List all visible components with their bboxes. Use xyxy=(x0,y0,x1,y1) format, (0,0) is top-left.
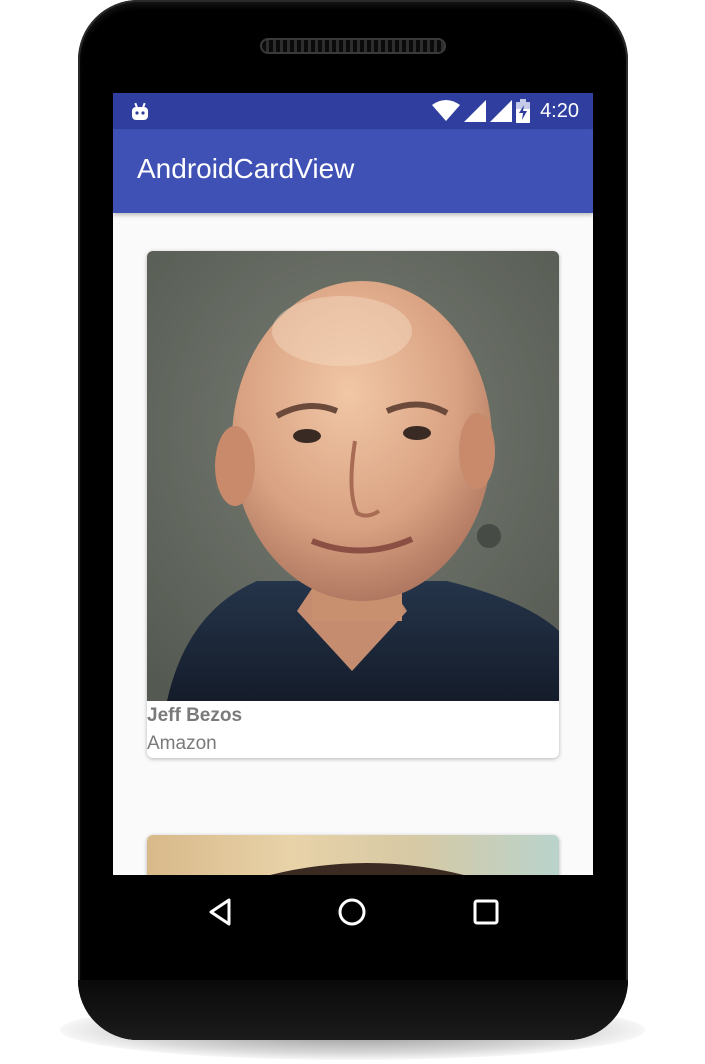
battery-charging-icon xyxy=(516,99,531,123)
recents-button[interactable] xyxy=(471,897,501,927)
person-company: Amazon xyxy=(147,733,217,754)
device-screen: 4:20 AndroidCardView Jeff Bezos Amazon xyxy=(113,93,593,875)
person-card[interactable] xyxy=(147,835,559,875)
person-name: Jeff Bezos xyxy=(147,705,243,726)
app-bar: AndroidCardView xyxy=(113,129,593,213)
status-time: 4:20 xyxy=(540,99,579,122)
back-button[interactable] xyxy=(205,897,235,927)
wifi-icon xyxy=(432,100,461,121)
back-icon xyxy=(209,898,231,926)
portrait-photo xyxy=(147,835,559,875)
app-title: AndroidCardView xyxy=(137,153,355,184)
home-icon xyxy=(338,898,366,926)
status-bar: 4:20 xyxy=(113,93,593,129)
home-button[interactable] xyxy=(337,897,367,927)
portrait-image xyxy=(147,251,559,701)
person-card[interactable]: Jeff Bezos Amazon xyxy=(147,251,559,758)
portrait-image xyxy=(270,863,464,875)
navigation-bar xyxy=(113,875,593,947)
signal-icon xyxy=(464,100,487,122)
recents-icon xyxy=(473,899,499,925)
portrait-photo xyxy=(147,251,559,701)
signal-icon xyxy=(490,100,513,122)
android-notification-icon xyxy=(132,102,148,120)
status-icons: 4:20 xyxy=(432,99,579,123)
earpiece-speaker xyxy=(260,38,446,54)
phone-chin xyxy=(78,980,628,1040)
